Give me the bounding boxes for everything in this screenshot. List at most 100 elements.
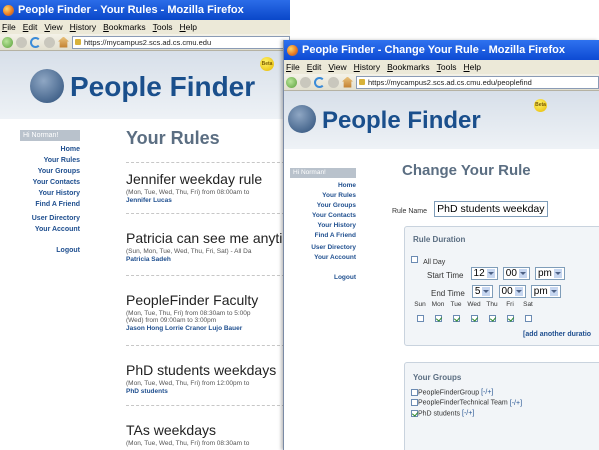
rule-item[interactable]: PhD students weekdays (Mon, Tue, Wed, Th… — [126, 352, 290, 406]
all-day-checkbox[interactable] — [411, 256, 418, 263]
start-minute-select[interactable]: 00 — [502, 267, 530, 280]
rule-name-row: Rule Name PhD students weekday — [392, 198, 548, 217]
weekday-checkbox[interactable] — [416, 315, 424, 322]
group-expand-toggle[interactable]: [-/+] — [462, 410, 474, 417]
weekday-label: Tue — [450, 301, 462, 308]
back-url-bar[interactable]: https://mycampus2.scs.ad.cs.cmu.edu — [72, 35, 290, 49]
nav-your-history[interactable]: Your History — [20, 188, 81, 199]
rule-title[interactable]: Jennifer weekday rule — [126, 171, 290, 187]
nav-your-rules[interactable]: Your Rules — [20, 155, 80, 166]
nav-user-directory[interactable]: User Directory — [290, 243, 356, 253]
back-window-titlebar: People Finder - Your Rules - Mozilla Fir… — [0, 0, 290, 20]
nav-user-directory[interactable]: User Directory — [20, 213, 80, 224]
menu-bookmarks[interactable]: Bookmarks — [103, 22, 146, 32]
nav-logout[interactable]: Logout — [20, 245, 80, 256]
nav-your-groups[interactable]: Your Groups — [290, 201, 356, 211]
weekday-label: Sun — [414, 301, 426, 308]
rule-people[interactable]: Jason Hong Lorrie Cranor Lujo Bauer — [126, 325, 290, 332]
nav-find-a-friend[interactable]: Find A Friend — [20, 199, 80, 210]
menu-edit[interactable]: Edit — [23, 22, 38, 32]
menu-help[interactable]: Help — [463, 62, 480, 72]
forward-arrow-icon[interactable] — [16, 36, 27, 48]
weekday-label: Wed — [467, 301, 481, 308]
nav-your-account[interactable]: Your Account — [20, 224, 80, 235]
menu-bookmarks[interactable]: Bookmarks — [387, 62, 430, 72]
nav-your-contacts[interactable]: Your Contacts — [20, 177, 80, 188]
nav-home[interactable]: Home — [20, 144, 80, 155]
weekday-label: Mon — [431, 301, 445, 308]
rule-item[interactable]: TAs weekdays (Mon, Tue, Wed, Thu, Fri) f… — [126, 412, 290, 450]
start-minute-value: 00 — [505, 268, 517, 279]
reload-icon[interactable] — [30, 36, 41, 48]
front-url-bar[interactable]: https://mycampus2.scs.ad.cs.cmu.edu/peop… — [356, 75, 599, 89]
group-item: PeopleFinderGroup [-/+] — [411, 389, 522, 396]
rule-item[interactable]: Jennifer weekday rule (Mon, Tue, Wed, Th… — [126, 162, 290, 214]
home-icon[interactable] — [342, 76, 353, 88]
add-duration-link[interactable]: [add another duratio — [523, 331, 591, 338]
front-window-titlebar: People Finder - Change Your Rule - Mozil… — [284, 40, 599, 60]
rule-people[interactable]: PhD students — [126, 388, 290, 395]
stop-icon[interactable] — [328, 76, 339, 88]
rule-title[interactable]: Patricia can see me anyti — [126, 230, 290, 246]
reload-icon[interactable] — [314, 76, 325, 88]
group-checkbox[interactable] — [411, 389, 418, 396]
menu-view[interactable]: View — [44, 22, 62, 32]
weekday-checkbox[interactable] — [524, 315, 532, 322]
forward-arrow-icon[interactable] — [300, 76, 311, 88]
rule-title[interactable]: PeopleFinder Faculty — [126, 292, 290, 308]
your-groups-heading: Your Groups — [413, 373, 462, 382]
menu-file[interactable]: File — [2, 22, 16, 32]
rule-detail: (Mon, Tue, Thu, Fri) from 08:30am to 5:0… — [126, 310, 251, 317]
end-hour-select[interactable]: 5 — [471, 285, 494, 298]
back-sidebar: Hi Norman! Home Your Rules Your Groups Y… — [20, 130, 80, 256]
rule-title[interactable]: PhD students weekdays — [126, 362, 290, 378]
start-ampm-select[interactable]: pm — [534, 267, 565, 280]
rule-item[interactable]: Patricia can see me anyti (Sun, Mon, Tue… — [126, 220, 290, 276]
greeting: Hi Norman! — [20, 130, 80, 141]
group-expand-toggle[interactable]: [-/+] — [510, 400, 522, 407]
weekday-sun: Sun — [411, 301, 429, 327]
weekday-checkbox[interactable] — [452, 315, 460, 322]
menu-help[interactable]: Help — [179, 22, 196, 32]
menu-tools[interactable]: Tools — [153, 22, 173, 32]
menu-history[interactable]: History — [70, 22, 96, 32]
nav-your-account[interactable]: Your Account — [290, 253, 356, 263]
weekday-checkbox[interactable] — [488, 315, 496, 322]
nav-your-contacts[interactable]: Your Contacts — [290, 211, 356, 221]
page-title: Change Your Rule — [402, 162, 531, 179]
nav-logout[interactable]: Logout — [290, 273, 356, 283]
rule-people[interactable]: Jennifer Lucas — [126, 197, 290, 204]
rule-item[interactable]: PeopleFinder Faculty (Mon, Tue, Thu, Fri… — [126, 282, 290, 346]
nav-your-history[interactable]: Your History — [290, 221, 356, 231]
firefox-icon — [287, 44, 298, 56]
end-minute-select[interactable]: 00 — [498, 285, 526, 298]
nav-home[interactable]: Home — [290, 181, 356, 191]
weekday-checkbox[interactable] — [434, 315, 442, 322]
weekday-label: Thu — [486, 301, 498, 308]
rule-name-input[interactable]: PhD students weekday — [434, 200, 548, 217]
stop-icon[interactable] — [44, 36, 55, 48]
nav-your-rules[interactable]: Your Rules — [290, 191, 356, 201]
menu-file[interactable]: File — [286, 62, 300, 72]
group-expand-toggle[interactable]: [-/+] — [481, 389, 493, 396]
menu-tools[interactable]: Tools — [437, 62, 457, 72]
rule-people[interactable]: Patricia Sadeh — [126, 256, 290, 263]
home-icon[interactable] — [58, 36, 69, 48]
back-arrow-icon[interactable] — [286, 76, 297, 88]
weekday-checkbox[interactable] — [470, 315, 478, 322]
menu-edit[interactable]: Edit — [307, 62, 322, 72]
back-arrow-icon[interactable] — [2, 36, 13, 48]
end-ampm-select[interactable]: pm — [530, 285, 561, 298]
start-hour-select[interactable]: 12 — [470, 267, 498, 280]
group-checkbox[interactable] — [411, 399, 418, 407]
group-checkbox[interactable] — [411, 409, 418, 417]
menu-history[interactable]: History — [354, 62, 380, 72]
menu-view[interactable]: View — [328, 62, 346, 72]
weekday-checkbox[interactable] — [506, 315, 514, 322]
rule-detail: (Mon, Tue, Wed, Thu, Fri) from 08:00am t… — [126, 189, 250, 196]
nav-your-groups[interactable]: Your Groups — [20, 166, 80, 177]
nav-find-a-friend[interactable]: Find A Friend — [290, 231, 356, 241]
rule-title[interactable]: TAs weekdays — [126, 422, 290, 438]
chevron-down-icon — [486, 269, 495, 278]
group-label: PhD students — [418, 410, 461, 418]
